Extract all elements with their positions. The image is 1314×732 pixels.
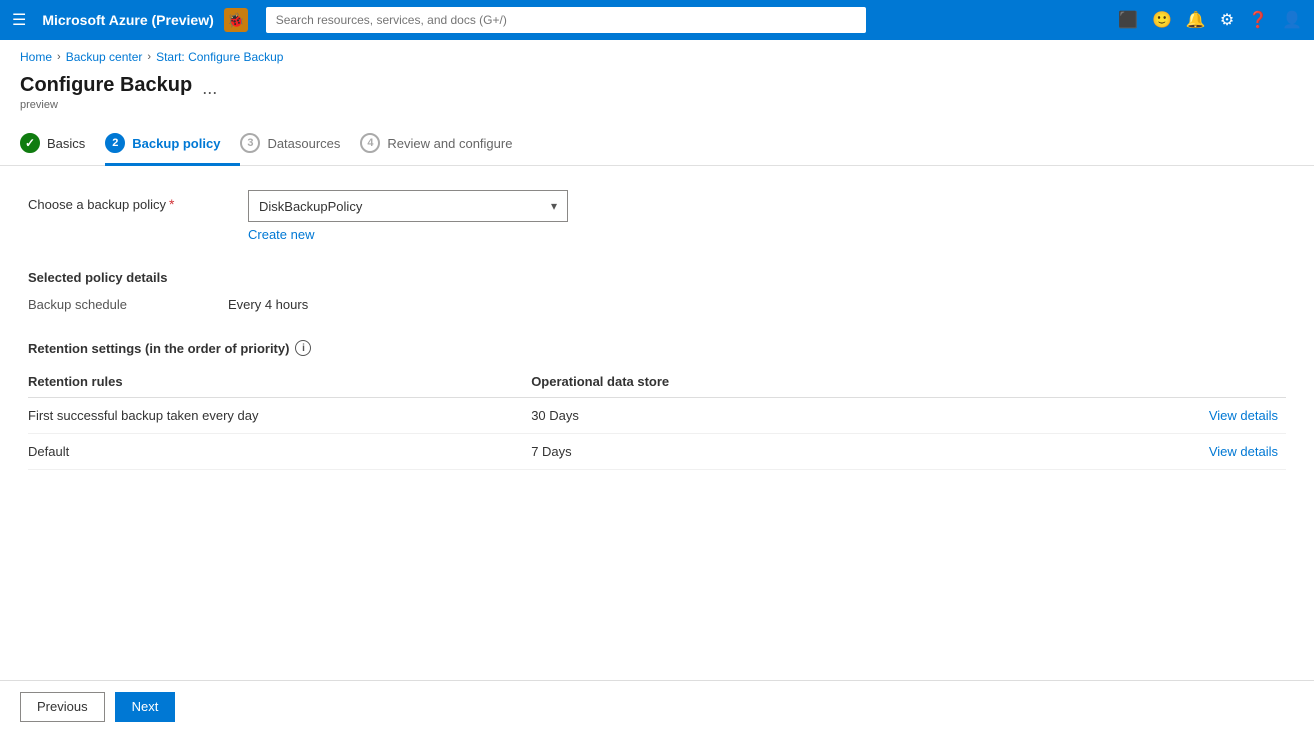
row-1-store: 30 Days bbox=[531, 398, 971, 434]
page-header: Configure Backup preview ... bbox=[0, 70, 1314, 123]
policy-control-wrap: DiskBackupPolicy ▾ Create new bbox=[248, 190, 568, 242]
next-button[interactable]: Next bbox=[115, 692, 176, 722]
retention-table: Retention rules Operational data store F… bbox=[28, 368, 1286, 470]
top-nav-icons: ⬛ 🙂 🔔 ⚙ ❓ 👤 bbox=[1118, 10, 1302, 30]
step-circle-backup-policy: 2 bbox=[105, 133, 125, 153]
search-input[interactable] bbox=[276, 13, 856, 27]
step-tab-datasources[interactable]: 3 Datasources bbox=[240, 123, 360, 166]
policy-form-row: Choose a backup policy * DiskBackupPolic… bbox=[28, 190, 1286, 242]
cloud-shell-icon[interactable]: ⬛ bbox=[1118, 10, 1138, 30]
page-header-text: Configure Backup preview bbox=[20, 74, 192, 111]
feedback-icon[interactable]: 🙂 bbox=[1152, 10, 1172, 30]
col-header-store: Operational data store bbox=[531, 368, 971, 398]
step-tab-basics[interactable]: ✓ Basics bbox=[20, 123, 105, 166]
top-nav: ☰ Microsoft Azure (Preview) 🐞 ⬛ 🙂 🔔 ⚙ ❓ … bbox=[0, 0, 1314, 40]
row-2-action: View details bbox=[971, 434, 1286, 470]
bug-symbol: 🐞 bbox=[227, 12, 244, 29]
col-header-rules: Retention rules bbox=[28, 368, 531, 398]
step-circle-datasources: 3 bbox=[240, 133, 260, 153]
main-content: Choose a backup policy * DiskBackupPolic… bbox=[0, 166, 1314, 494]
breadcrumb-backup-center[interactable]: Backup center bbox=[66, 50, 143, 64]
step-label-datasources: Datasources bbox=[267, 136, 340, 151]
step-circle-review: 4 bbox=[360, 133, 380, 153]
retention-title: Retention settings (in the order of prio… bbox=[28, 341, 289, 356]
policy-selected-value: DiskBackupPolicy bbox=[259, 199, 362, 214]
step-label-review: Review and configure bbox=[387, 136, 512, 151]
bug-icon: 🐞 bbox=[224, 8, 248, 32]
help-icon[interactable]: ❓ bbox=[1248, 10, 1268, 30]
account-icon[interactable]: 👤 bbox=[1282, 10, 1302, 30]
policy-dropdown[interactable]: DiskBackupPolicy ▾ bbox=[248, 190, 568, 222]
step-label-basics: Basics bbox=[47, 136, 85, 151]
policy-details-section-title: Selected policy details bbox=[28, 270, 1286, 285]
search-bar[interactable] bbox=[266, 7, 866, 33]
page-title: Configure Backup bbox=[20, 74, 192, 97]
retention-header: Retention settings (in the order of prio… bbox=[28, 340, 1286, 356]
footer: Previous Next bbox=[0, 680, 1314, 732]
row-1-rule: First successful backup taken every day bbox=[28, 398, 531, 434]
previous-button[interactable]: Previous bbox=[20, 692, 105, 722]
menu-icon[interactable]: ☰ bbox=[12, 10, 26, 30]
more-options-button[interactable]: ... bbox=[202, 74, 217, 99]
settings-icon[interactable]: ⚙ bbox=[1220, 10, 1234, 30]
policy-label: Choose a backup policy * bbox=[28, 190, 228, 212]
notifications-icon[interactable]: 🔔 bbox=[1186, 10, 1206, 30]
retention-info-icon[interactable]: i bbox=[295, 340, 311, 356]
row-2-store: 7 Days bbox=[531, 434, 971, 470]
retention-table-header-row: Retention rules Operational data store bbox=[28, 368, 1286, 398]
required-indicator: * bbox=[169, 196, 174, 212]
retention-table-body: First successful backup taken every day … bbox=[28, 398, 1286, 470]
preview-label: preview bbox=[20, 99, 192, 111]
breadcrumb-sep-1: › bbox=[57, 51, 61, 63]
app-title: Microsoft Azure (Preview) bbox=[42, 12, 213, 28]
row-2-rule: Default bbox=[28, 434, 531, 470]
breadcrumb: Home › Backup center › Start: Configure … bbox=[0, 40, 1314, 70]
breadcrumb-home[interactable]: Home bbox=[20, 50, 52, 64]
row-1-view-details-link[interactable]: View details bbox=[1209, 408, 1278, 423]
create-new-link[interactable]: Create new bbox=[248, 227, 568, 242]
dropdown-chevron-icon: ▾ bbox=[551, 199, 557, 213]
steps-bar: ✓ Basics 2 Backup policy 3 Datasources 4… bbox=[0, 123, 1314, 166]
row-1-action: View details bbox=[971, 398, 1286, 434]
step-circle-basics: ✓ bbox=[20, 133, 40, 153]
backup-schedule-value: Every 4 hours bbox=[228, 297, 308, 312]
col-header-action bbox=[971, 368, 1286, 398]
breadcrumb-configure-backup[interactable]: Start: Configure Backup bbox=[156, 50, 283, 64]
breadcrumb-sep-2: › bbox=[147, 51, 151, 63]
step-label-backup-policy: Backup policy bbox=[132, 136, 220, 151]
row-2-view-details-link[interactable]: View details bbox=[1209, 444, 1278, 459]
step-tab-backup-policy[interactable]: 2 Backup policy bbox=[105, 123, 240, 166]
step-tab-review[interactable]: 4 Review and configure bbox=[360, 123, 532, 166]
backup-schedule-label: Backup schedule bbox=[28, 297, 228, 312]
backup-schedule-row: Backup schedule Every 4 hours bbox=[28, 297, 1286, 312]
table-row: Default 7 Days View details bbox=[28, 434, 1286, 470]
table-row: First successful backup taken every day … bbox=[28, 398, 1286, 434]
policy-label-text: Choose a backup policy bbox=[28, 197, 166, 212]
